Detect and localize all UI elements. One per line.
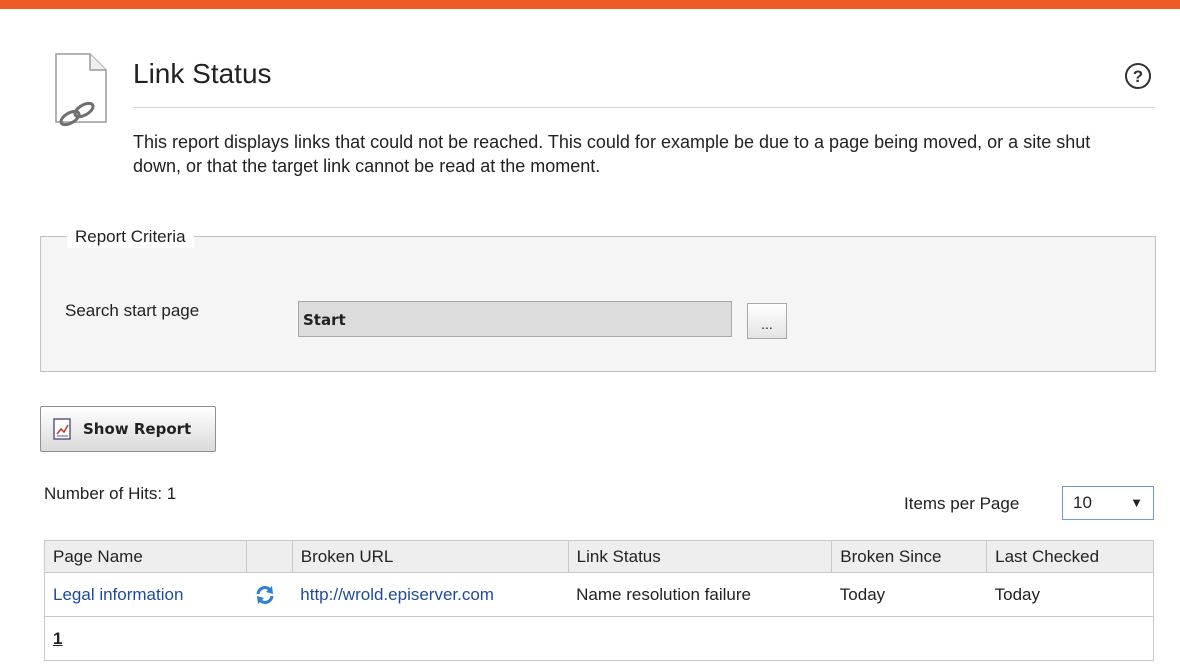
dropdown-arrow-icon: ▼ (1130, 495, 1143, 510)
show-report-button[interactable]: Show Report (40, 406, 216, 452)
search-start-page-input[interactable]: Start (298, 301, 732, 337)
report-criteria-body: Search start page Start ... (42, 249, 1155, 371)
broken-url-link[interactable]: http://wrold.episerver.com (300, 585, 494, 604)
link-status-cell: Name resolution failure (568, 572, 832, 617)
refresh-icon[interactable] (254, 584, 276, 606)
top-accent-bar (0, 0, 1180, 9)
report-description: This report displays links that could no… (133, 132, 1091, 176)
report-criteria-legend: Report Criteria (67, 226, 194, 248)
broken-url-cell: http://wrold.episerver.com (292, 572, 569, 617)
page-name-cell: Legal information (44, 572, 247, 617)
link-status-table: Page Name Broken URL Link Status Broken … (44, 540, 1154, 661)
items-per-page-label: Items per Page (904, 494, 1020, 513)
page-title: Link Status (133, 58, 272, 89)
help-icon[interactable]: ? (1124, 62, 1152, 90)
table-header-row: Page Name Broken URL Link Status Broken … (44, 540, 1154, 573)
column-header-broken-url[interactable]: Broken URL (291, 540, 569, 573)
report-icon (53, 418, 71, 440)
pager-cell: 1 (44, 616, 1154, 661)
items-per-page-value: 10 (1073, 493, 1092, 512)
report-criteria-panel: Report Criteria Search start page Start … (40, 226, 1156, 372)
column-header-broken-since[interactable]: Broken Since (831, 540, 988, 573)
column-header-recheck (245, 540, 293, 573)
page-name-link[interactable]: Legal information (53, 585, 183, 604)
browse-page-button[interactable]: ... (747, 303, 787, 339)
show-report-label: Show Report (83, 420, 192, 438)
pager-row: 1 (44, 616, 1154, 661)
items-per-page-select[interactable]: 10 ▼ (1062, 486, 1154, 520)
number-of-hits: Number of Hits: 1 (44, 484, 177, 503)
recheck-cell (246, 572, 293, 617)
document-link-icon (55, 53, 107, 127)
table-row: Legal information http://wrold.episerver… (44, 572, 1154, 617)
last-checked-cell: Today (986, 572, 1154, 617)
svg-text:?: ? (1133, 67, 1143, 86)
column-header-link-status[interactable]: Link Status (567, 540, 833, 573)
title-divider (133, 107, 1155, 108)
broken-since-cell: Today (831, 572, 987, 617)
column-header-last-checked[interactable]: Last Checked (986, 540, 1154, 573)
column-header-page-name[interactable]: Page Name (44, 540, 247, 573)
pager-page-link[interactable]: 1 (53, 629, 62, 648)
search-start-page-label: Search start page (65, 301, 200, 320)
